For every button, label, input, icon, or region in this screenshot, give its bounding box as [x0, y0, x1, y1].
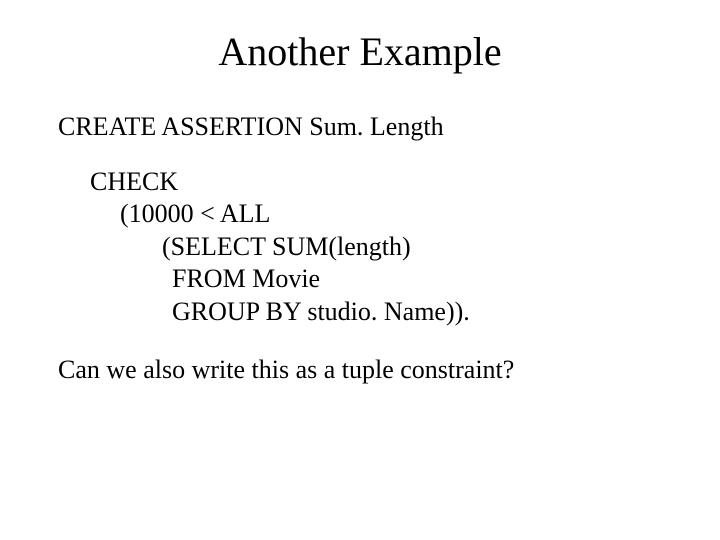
sql-check-keyword: CHECK [90, 166, 680, 199]
sql-create-assertion: CREATE ASSERTION Sum. Length [58, 111, 680, 144]
sql-condition-open: (10000 < ALL [90, 198, 680, 231]
sql-from-line: FROM Movie [90, 263, 680, 296]
sql-check-block: CHECK (10000 < ALL (SELECT SUM(length) F… [58, 166, 680, 329]
sql-select-line: (SELECT SUM(length) [90, 231, 680, 264]
slide-title: Another Example [0, 0, 720, 111]
sql-groupby-line: GROUP BY studio. Name)). [90, 296, 680, 329]
slide-body: CREATE ASSERTION Sum. Length CHECK (1000… [0, 111, 720, 387]
slide: Another Example CREATE ASSERTION Sum. Le… [0, 0, 720, 540]
slide-question: Can we also write this as a tuple constr… [58, 354, 680, 387]
